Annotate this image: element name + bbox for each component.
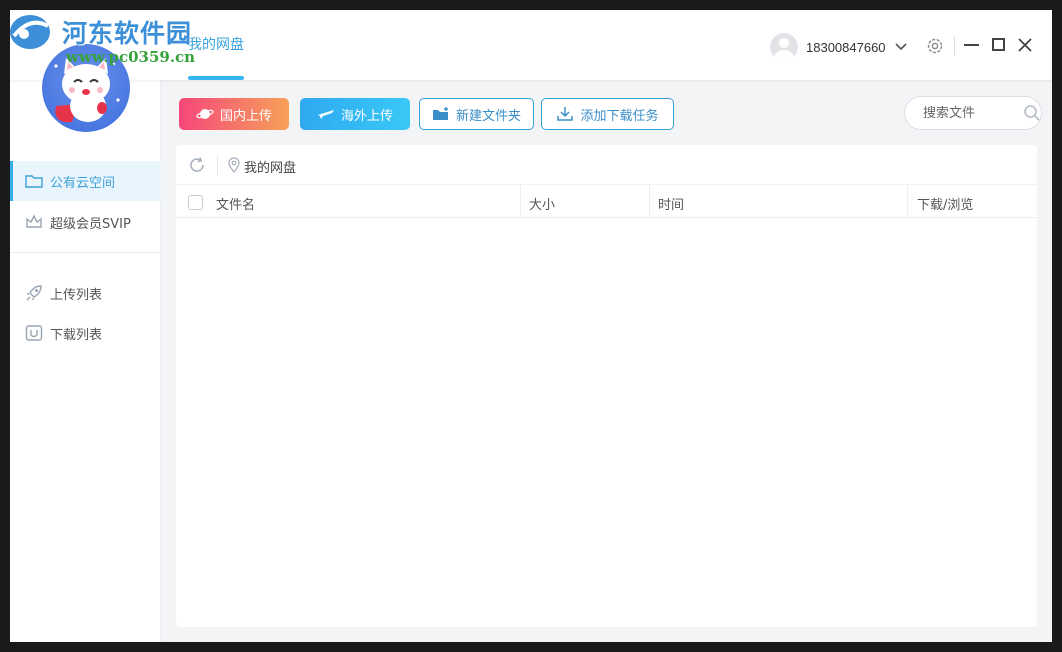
- close-icon[interactable]: [1017, 37, 1033, 53]
- path-separator: [217, 155, 218, 175]
- refresh-icon[interactable]: [188, 156, 206, 174]
- file-panel: 我的网盘 文件名 大小 时间 下载/浏览: [176, 145, 1037, 627]
- download-icon: [557, 107, 574, 121]
- maximize-button[interactable]: [992, 38, 1005, 51]
- sidebar-divider: [10, 252, 161, 253]
- watermark-url: www.pc0359.cn: [66, 48, 196, 66]
- rocket-icon: [26, 285, 42, 301]
- title-bar-separator: [954, 36, 955, 56]
- username: 18300847660: [806, 39, 886, 55]
- column-header-size[interactable]: 大小: [529, 194, 555, 213]
- search-input[interactable]: [923, 105, 1019, 121]
- add-download-task-label: 添加下载任务: [580, 108, 659, 124]
- column-header-time[interactable]: 时间: [658, 194, 684, 213]
- crown-icon: [26, 214, 42, 228]
- breadcrumb[interactable]: 我的网盘: [244, 157, 296, 176]
- watermark-title: 河东软件园: [62, 19, 193, 48]
- new-folder-icon: [432, 107, 448, 120]
- sidebar-item-label: 公有云空间: [50, 175, 116, 191]
- user-menu[interactable]: 18300847660: [770, 32, 908, 62]
- gear-icon[interactable]: [926, 37, 944, 55]
- folder-icon: [25, 175, 43, 188]
- new-folder-label: 新建文件夹: [455, 108, 521, 124]
- chevron-down-icon: [894, 43, 907, 51]
- watermark-logo-icon: [10, 15, 50, 49]
- search-icon[interactable]: [1023, 104, 1041, 122]
- upload-overseas-button[interactable]: 海外上传: [300, 98, 410, 130]
- airplane-icon: [317, 110, 334, 119]
- upload-overseas-label: 海外上传: [340, 108, 393, 124]
- column-divider[interactable]: [907, 185, 908, 218]
- sidebar-item-label: 下载列表: [50, 327, 103, 343]
- app-window: 河东软件园 www.pc0359.cn 我的网盘 18300847660 公有云…: [10, 10, 1052, 642]
- sidebar-item-download-list[interactable]: 下载列表: [10, 313, 161, 353]
- minimize-button[interactable]: [964, 44, 979, 46]
- column-divider[interactable]: [649, 185, 650, 218]
- add-download-task-button[interactable]: 添加下载任务: [541, 98, 674, 130]
- upload-domestic-label: 国内上传: [219, 108, 272, 124]
- search-box: [904, 96, 1042, 130]
- location-pin-icon: [228, 157, 240, 173]
- watermark: 河东软件园 www.pc0359.cn: [10, 10, 218, 76]
- download-box-icon: [25, 325, 43, 341]
- path-bar: 我的网盘: [176, 145, 1037, 185]
- column-header-download-browse[interactable]: 下载/浏览: [917, 194, 973, 213]
- tab-active-indicator: [188, 76, 244, 80]
- new-folder-button[interactable]: 新建文件夹: [419, 98, 534, 130]
- sidebar-item-label: 超级会员SVIP: [50, 216, 131, 232]
- sidebar: 公有云空间 超级会员SVIP 上传列表 下载列表: [10, 44, 161, 642]
- user-avatar: [770, 33, 798, 61]
- sidebar-item-svip[interactable]: 超级会员SVIP: [10, 202, 161, 242]
- sidebar-item-public-cloud[interactable]: 公有云空间: [10, 161, 161, 201]
- column-divider[interactable]: [520, 185, 521, 218]
- select-all-checkbox[interactable]: [188, 195, 203, 210]
- column-header-filename[interactable]: 文件名: [216, 194, 255, 213]
- upload-domestic-button[interactable]: 国内上传: [179, 98, 289, 130]
- sidebar-item-label: 上传列表: [50, 287, 103, 303]
- planet-icon: [196, 109, 214, 119]
- sidebar-item-upload-list[interactable]: 上传列表: [10, 273, 161, 313]
- table-header: 文件名 大小 时间 下载/浏览: [176, 185, 1037, 218]
